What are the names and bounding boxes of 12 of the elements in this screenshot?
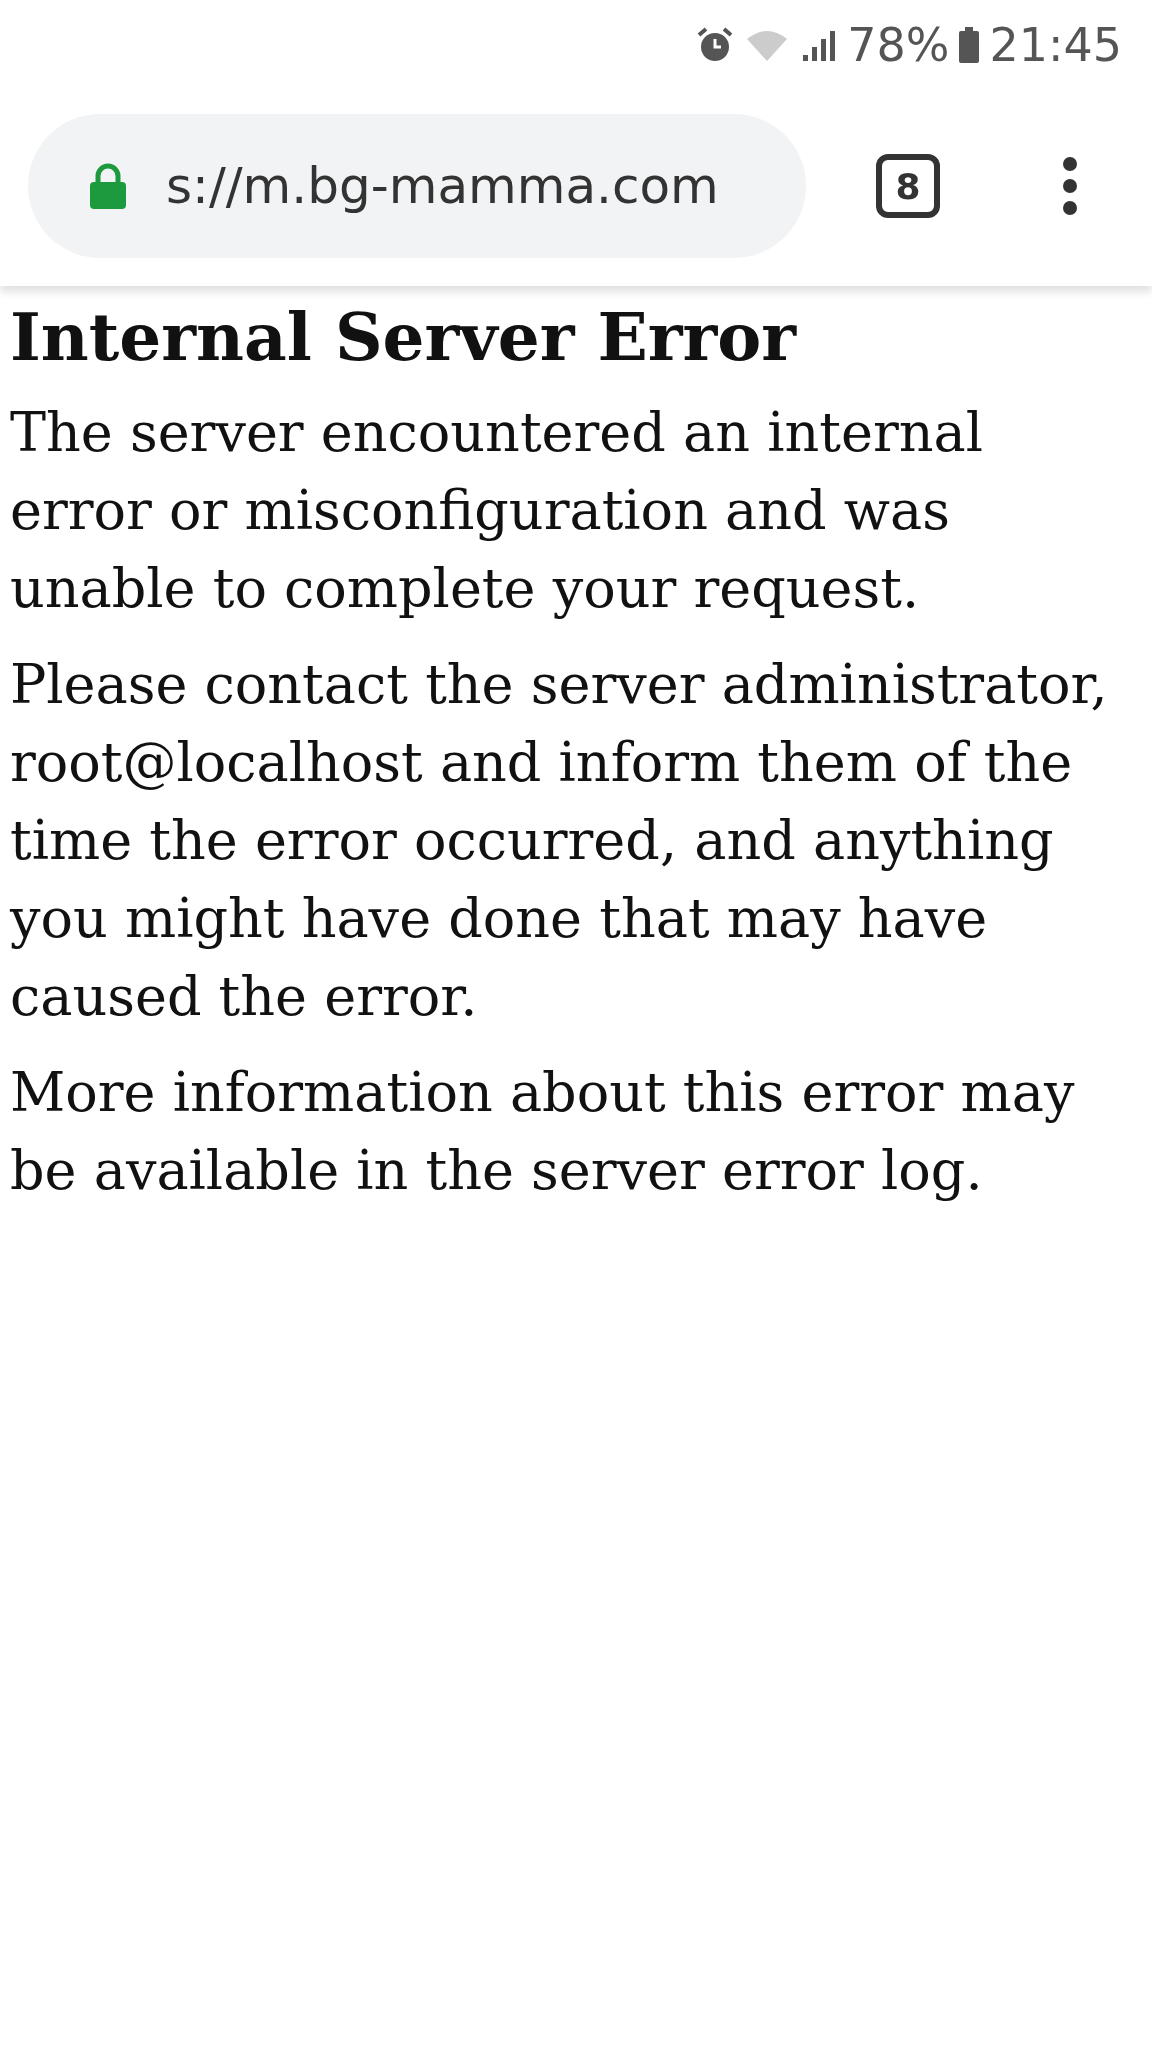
battery-icon xyxy=(957,25,982,65)
paragraph: The server encountered an internal error or misconfiguration and was unable to complete your request. xyxy=(10,400,984,622)
page-heading: Internal Server Error xyxy=(10,297,798,378)
address-bar[interactable]: s://m.bg-mamma.com xyxy=(28,114,806,258)
menu-icon[interactable] xyxy=(1060,156,1080,216)
tab-count-button[interactable]: 8 xyxy=(876,154,940,218)
url-text: s://m.bg-mamma.com xyxy=(166,157,719,215)
paragraph: More information about this error may be available in the server error log. xyxy=(10,1060,1076,1204)
paragraph: Please contact the server administrator, root@localhost and inform them of the time the error occurred, and anything you might have done that may have caused the error. xyxy=(10,652,1109,1030)
lock-icon xyxy=(88,162,128,210)
clock-time: 21:45 xyxy=(989,18,1122,72)
battery-percent: 78% xyxy=(847,18,950,72)
